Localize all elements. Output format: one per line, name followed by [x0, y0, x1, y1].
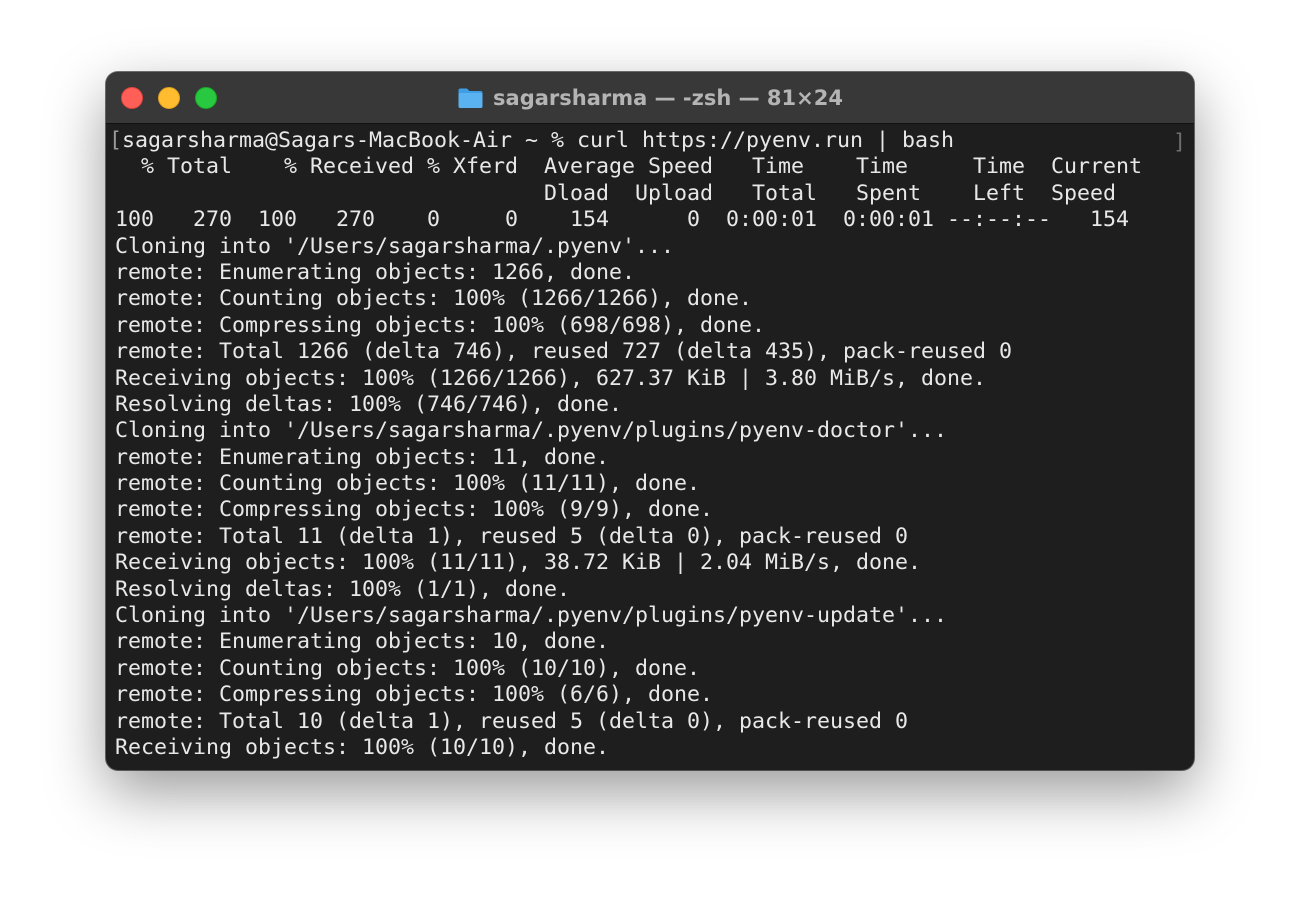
output-line: Receiving objects: 100% (10/10), done. — [115, 734, 610, 760]
output-line: remote: Total 10 (delta 1), reused 5 (de… — [115, 708, 909, 734]
folder-icon — [458, 88, 483, 108]
output-line: remote: Compressing objects: 100% (6/6),… — [115, 682, 714, 708]
output-line: Resolving deltas: 100% (746/746), done. — [115, 391, 623, 417]
output-line: Resolving deltas: 100% (1/1), done. — [115, 576, 571, 602]
output-line: Receiving objects: 100% (11/11), 38.72 K… — [115, 550, 922, 576]
prompt-line: [sagarsharma@Sagars-MacBook-Air ~ % curl… — [109, 128, 1194, 155]
output-line: 100 270 100 270 0 0 154 0 0:00:01 0:00:0… — [115, 207, 1130, 233]
output-line: remote: Counting objects: 100% (1266/126… — [115, 286, 753, 312]
output-line: Receiving objects: 100% (1266/1266), 627… — [115, 365, 987, 391]
output-line: remote: Enumerating objects: 11, done. — [115, 444, 610, 470]
output-line: remote: Enumerating objects: 10, done. — [115, 629, 610, 655]
selection-bracket-left: [ — [109, 128, 123, 153]
output-line: Dload Upload Total Spent Left Speed — [115, 180, 1117, 206]
output-line: remote: Counting objects: 100% (10/10), … — [115, 655, 701, 681]
output-line: Cloning into '/Users/sagarsharma/.pyenv'… — [115, 233, 675, 259]
output-line: remote: Compressing objects: 100% (9/9),… — [115, 497, 714, 523]
output-line: remote: Compressing objects: 100% (698/6… — [115, 312, 766, 338]
output-line: Cloning into '/Users/sagarsharma/.pyenv/… — [115, 418, 948, 444]
output-line: remote: Total 11 (delta 1), reused 5 (de… — [115, 523, 909, 549]
window-title-text: sagarsharma — -zsh — 81×24 — [493, 86, 843, 110]
prompt-command: sagarsharma@Sagars-MacBook-Air ~ % curl … — [122, 128, 955, 153]
title-bar[interactable]: sagarsharma — -zsh — 81×24 — [106, 72, 1194, 124]
terminal-window[interactable]: sagarsharma — -zsh — 81×24 [sagarsharma@… — [106, 72, 1194, 770]
output-line: Cloning into '/Users/sagarsharma/.pyenv/… — [115, 603, 948, 629]
terminal-output[interactable]: [sagarsharma@Sagars-MacBook-Air ~ % curl… — [106, 124, 1194, 770]
output-line: % Total % Received % Xferd Average Speed… — [115, 154, 1143, 180]
output-lines: % Total % Received % Xferd Average Speed… — [115, 154, 1194, 761]
output-line: remote: Enumerating objects: 1266, done. — [115, 259, 636, 285]
selection-bracket-right: ] — [1172, 130, 1186, 155]
desktop-background: sagarsharma — -zsh — 81×24 [sagarsharma@… — [0, 0, 1300, 911]
output-line: remote: Total 1266 (delta 746), reused 7… — [115, 339, 1013, 365]
output-line: remote: Counting objects: 100% (11/11), … — [115, 471, 701, 497]
window-title: sagarsharma — -zsh — 81×24 — [106, 72, 1194, 124]
